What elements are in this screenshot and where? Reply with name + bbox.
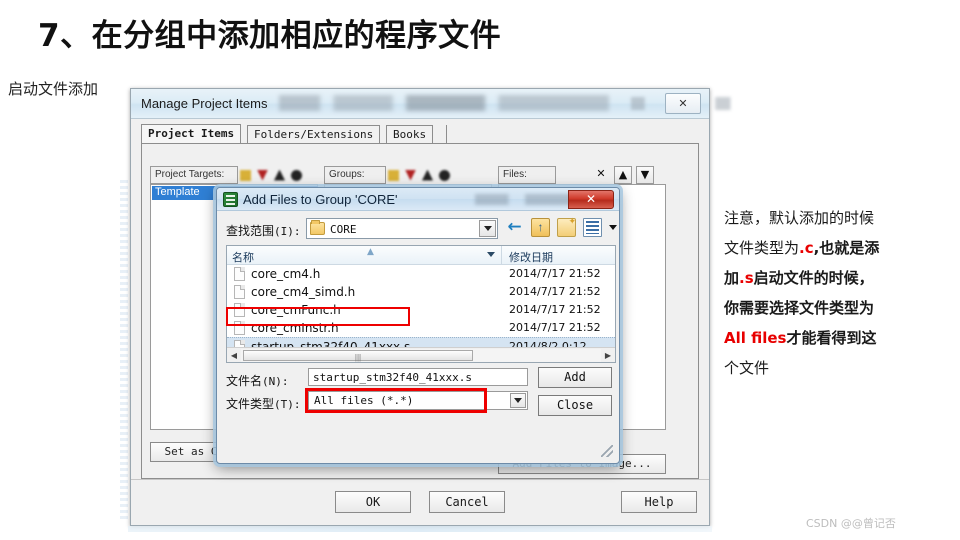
annotation-line-3: 加.s启动文件的时候，	[724, 269, 874, 287]
file-type-combo[interactable]: All files (*.*)	[308, 391, 528, 410]
look-in-combo[interactable]: CORE	[306, 218, 498, 239]
annotation-line-6: 个文件	[724, 359, 770, 377]
scrollbar-thumb[interactable]: |||	[243, 349, 473, 362]
new-folder-icon[interactable]	[557, 216, 576, 237]
file-name: core_cmFunc.h	[251, 303, 341, 317]
file-date: 2014/7/17 21:52	[509, 285, 601, 298]
folder-icon	[310, 220, 325, 235]
file-date: 2014/7/17 21:52	[509, 321, 601, 334]
help-button[interactable]: Help	[621, 491, 697, 513]
scrollbar-track[interactable]: |||	[241, 348, 601, 362]
view-mode-icon[interactable]	[583, 218, 602, 237]
close-button[interactable]: Close	[538, 395, 612, 416]
slide-sub-label: 启动文件添加	[8, 80, 99, 98]
delete-file-icon[interactable]: ✕	[592, 166, 610, 184]
file-name-input[interactable]: startup_stm32f40_41xxx.s	[308, 368, 528, 386]
project-targets-toolbar[interactable]	[240, 166, 308, 184]
file-icon	[234, 267, 245, 281]
annotation-text: 注意，默认添加的时候 文件类型为.c,也就是添 加.s启动文件的时候， 你需要选…	[724, 203, 952, 383]
view-mode-chevron-down-icon[interactable]	[609, 225, 617, 230]
file-name: core_cm4_simd.h	[251, 285, 356, 299]
move-up-icon[interactable]: ▲	[614, 166, 632, 184]
add-files-titlebar[interactable]: Add Files to Group 'CORE' ✕	[217, 188, 619, 211]
list-item[interactable]: core_cmInstr.h 2014/7/17 21:52	[227, 319, 615, 337]
add-button[interactable]: Add	[538, 367, 612, 388]
file-icon	[234, 303, 245, 317]
background-artifact-bottom	[128, 526, 712, 532]
annotation-line-4: 你需要选择文件类型为	[724, 299, 875, 317]
file-icon	[234, 285, 245, 299]
column-header-date[interactable]: 修改日期	[503, 246, 553, 264]
file-icon	[234, 321, 245, 335]
column-header-name[interactable]: 名称 ▲	[227, 246, 502, 264]
file-name-label: 文件名(N):	[226, 374, 289, 388]
move-down-icon[interactable]: ▼	[636, 166, 654, 184]
file-date: 2014/7/17 21:52	[509, 303, 601, 316]
up-folder-icon[interactable]	[531, 218, 550, 237]
manage-window-footer: OK Cancel Help	[131, 479, 709, 525]
list-item[interactable]: core_cm4.h 2014/7/17 21:52	[227, 265, 615, 283]
look-in-value: CORE	[330, 223, 357, 236]
cancel-button[interactable]: Cancel	[429, 491, 505, 513]
file-type-value: All files (*.*)	[314, 394, 414, 407]
back-arrow-icon[interactable]	[505, 218, 524, 237]
scroll-left-icon[interactable]: ◀	[227, 351, 241, 360]
chevron-down-icon[interactable]	[479, 220, 496, 237]
look-in-label: 查找范围(I):	[226, 224, 301, 238]
watermark: CSDN @@曾记否	[806, 517, 896, 530]
annotation-line-1: 注意，默认添加的时候	[724, 209, 875, 227]
ok-button[interactable]: OK	[335, 491, 411, 513]
navigation-icons	[505, 216, 617, 237]
manage-window-titlebar[interactable]: Manage Project Items ✕	[131, 89, 741, 119]
file-list-rows: core_cm4.h 2014/7/17 21:52 core_cm4_simd…	[227, 265, 615, 355]
groups-toolbar[interactable]	[388, 166, 456, 184]
annotation-line-2: 文件类型为.c,也就是添	[724, 239, 880, 257]
resize-grip[interactable]	[601, 445, 613, 457]
close-icon[interactable]: ✕	[665, 93, 701, 114]
project-targets-header: Project Targets:	[150, 166, 238, 184]
page-title: 7、在分组中添加相应的程序文件	[38, 18, 502, 54]
close-icon[interactable]: ✕	[568, 190, 614, 209]
tab-folders-extensions[interactable]: Folders/Extensions	[247, 125, 381, 144]
tab-books[interactable]: Books	[386, 125, 434, 144]
add-files-body: 查找范围(I): CORE 名称 ▲	[222, 215, 617, 460]
sort-ascending-icon: ▲	[367, 247, 374, 257]
chevron-down-icon[interactable]	[510, 393, 526, 408]
file-list-header: 名称 ▲ 修改日期	[227, 246, 615, 265]
annotation-line-5: All files才能看得到这	[724, 329, 877, 347]
background-artifact-left	[120, 180, 128, 520]
add-files-title: Add Files to Group 'CORE'	[243, 192, 398, 207]
horizontal-scrollbar[interactable]: ◀ ||| ▶	[227, 347, 615, 362]
file-list[interactable]: 名称 ▲ 修改日期 core_cm4.h 2014/7/17 21:52 cor	[226, 245, 616, 363]
tab-project-items[interactable]: Project Items	[141, 124, 242, 144]
slide-canvas: 7、在分组中添加相应的程序文件 启动文件添加 Manage Project It…	[0, 0, 960, 540]
list-item[interactable]: core_cmFunc.h 2014/7/17 21:52	[227, 301, 615, 319]
manage-window-title: Manage Project Items	[141, 96, 268, 111]
column-chevron-down-icon[interactable]	[487, 252, 495, 257]
scroll-right-icon[interactable]: ▶	[601, 351, 615, 360]
file-name: core_cmInstr.h	[251, 321, 339, 335]
list-item[interactable]: core_cm4_simd.h 2014/7/17 21:52	[227, 283, 615, 301]
file-date: 2014/7/17 21:52	[509, 267, 601, 280]
file-type-label: 文件类型(T):	[226, 397, 301, 411]
add-files-dialog: Add Files to Group 'CORE' ✕ 查找范围(I): COR…	[216, 187, 620, 464]
files-header: Files:	[498, 166, 556, 184]
blurred-path-text	[279, 95, 609, 111]
tabstrip: Project Items Folders/Extensions Books	[141, 124, 699, 144]
file-name: core_cm4.h	[251, 267, 321, 281]
app-icon	[223, 192, 238, 207]
tabstrip-divider	[446, 125, 447, 144]
groups-header: Groups:	[324, 166, 386, 184]
